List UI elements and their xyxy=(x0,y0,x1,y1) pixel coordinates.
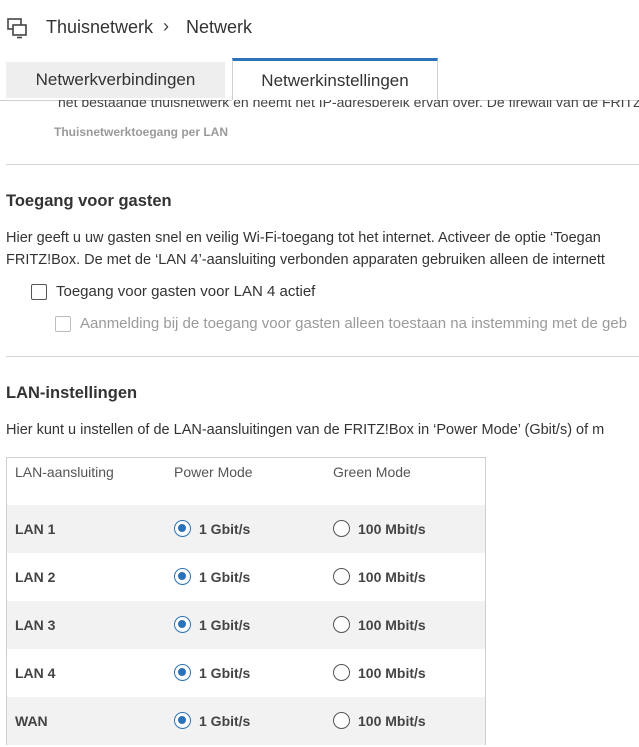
lan2-green-label: 100 Mbit/s xyxy=(358,568,426,585)
lan1-power-label: 1 Gbit/s xyxy=(199,520,251,537)
guest-consent-checkbox xyxy=(55,315,71,332)
radio-unselected-icon[interactable] xyxy=(333,616,350,633)
guest-lan4-checkbox[interactable] xyxy=(31,283,47,300)
table-row: LAN 3 1 Gbit/s 100 Mbit/s xyxy=(7,601,485,649)
radio-unselected-icon[interactable] xyxy=(333,520,350,537)
radio-selected-icon[interactable] xyxy=(174,616,191,633)
home-network-lan-label: Thuisnetwerktoegang per LAN xyxy=(54,125,229,139)
row-label-lan3: LAN 3 xyxy=(15,617,56,633)
lan3-power-mode-option[interactable]: 1 Gbit/s xyxy=(174,616,250,633)
row-label-lan4: LAN 4 xyxy=(15,665,56,681)
row-label-lan2: LAN 2 xyxy=(15,569,56,585)
radio-unselected-icon[interactable] xyxy=(333,712,350,729)
table-row: WAN 1 Gbit/s 100 Mbit/s xyxy=(7,697,485,745)
column-header-green-mode: Green Mode xyxy=(333,464,411,480)
tab-netwerkinstellingen[interactable]: Netwerkinstellingen xyxy=(232,58,438,100)
guest-description-line2: FRITZ!Box. De met de ‘LAN 4’-aansluiting… xyxy=(6,252,605,268)
wan-power-mode-option[interactable]: 1 Gbit/s xyxy=(174,712,250,729)
lan2-power-label: 1 Gbit/s xyxy=(199,568,251,585)
guest-consent-label: Aanmelding bij de toegang voor gasten al… xyxy=(80,315,628,332)
lan1-power-mode-option[interactable]: 1 Gbit/s xyxy=(174,520,250,537)
radio-selected-icon[interactable] xyxy=(174,664,191,681)
lan3-power-label: 1 Gbit/s xyxy=(199,616,251,633)
clipped-description: het bestaande thuisnetwerk en neemt het … xyxy=(58,100,639,110)
lan1-green-label: 100 Mbit/s xyxy=(358,520,426,537)
tab-bar: Netwerkverbindingen Netwerkinstellingen xyxy=(0,58,639,100)
table-row: LAN 4 1 Gbit/s 100 Mbit/s xyxy=(7,649,485,697)
lan2-power-mode-option[interactable]: 1 Gbit/s xyxy=(174,568,250,585)
radio-unselected-icon[interactable] xyxy=(333,568,350,585)
lan1-green-mode-option[interactable]: 100 Mbit/s xyxy=(333,520,426,537)
lan2-green-mode-option[interactable]: 100 Mbit/s xyxy=(333,568,426,585)
column-header-lan-port: LAN-aansluiting xyxy=(15,464,114,480)
radio-selected-icon[interactable] xyxy=(174,520,191,537)
guest-consent-checkbox-row: Aanmelding bij de toegang voor gasten al… xyxy=(55,315,627,332)
radio-unselected-icon[interactable] xyxy=(333,664,350,681)
header: Thuisnetwerk › Netwerk xyxy=(0,0,639,58)
settings-content: het bestaande thuisnetwerk en neemt het … xyxy=(0,100,639,747)
guest-description-line1: Hier geeft u uw gasten snel en veilig Wi… xyxy=(6,230,601,246)
lan4-power-label: 1 Gbit/s xyxy=(199,664,251,681)
tab-netwerkverbindingen[interactable]: Netwerkverbindingen xyxy=(6,62,225,98)
column-header-power-mode: Power Mode xyxy=(174,464,253,480)
row-label-lan1: LAN 1 xyxy=(15,521,56,537)
row-label-wan: WAN xyxy=(15,713,48,729)
guest-access-title: Toegang voor gasten xyxy=(6,192,172,210)
wan-green-label: 100 Mbit/s xyxy=(358,712,426,729)
radio-selected-icon[interactable] xyxy=(174,712,191,729)
divider xyxy=(6,164,639,165)
lan3-green-label: 100 Mbit/s xyxy=(358,616,426,633)
lan-mode-table: LAN-aansluiting Power Mode Green Mode LA… xyxy=(6,457,486,745)
lan4-green-mode-option[interactable]: 100 Mbit/s xyxy=(333,664,426,681)
lan4-green-label: 100 Mbit/s xyxy=(358,664,426,681)
wan-power-label: 1 Gbit/s xyxy=(199,712,251,729)
network-devices-icon xyxy=(7,18,27,39)
divider xyxy=(6,356,639,357)
guest-lan4-label: Toegang voor gasten voor LAN 4 actief xyxy=(56,283,316,300)
breadcrumb-home[interactable]: Thuisnetwerk xyxy=(46,17,153,38)
radio-selected-icon[interactable] xyxy=(174,568,191,585)
chevron-right-icon: › xyxy=(163,16,169,36)
lan-settings-title: LAN-instellingen xyxy=(6,384,138,402)
wan-green-mode-option[interactable]: 100 Mbit/s xyxy=(333,712,426,729)
breadcrumb-current: Netwerk xyxy=(186,17,253,37)
lan4-power-mode-option[interactable]: 1 Gbit/s xyxy=(174,664,250,681)
lan-settings-description: Hier kunt u instellen of de LAN-aansluit… xyxy=(6,422,605,438)
lan3-green-mode-option[interactable]: 100 Mbit/s xyxy=(333,616,426,633)
table-row: LAN 1 1 Gbit/s 100 Mbit/s xyxy=(7,505,485,553)
guest-lan4-checkbox-row[interactable]: Toegang voor gasten voor LAN 4 actief xyxy=(31,283,315,300)
table-row: LAN 2 1 Gbit/s 100 Mbit/s xyxy=(7,553,485,601)
